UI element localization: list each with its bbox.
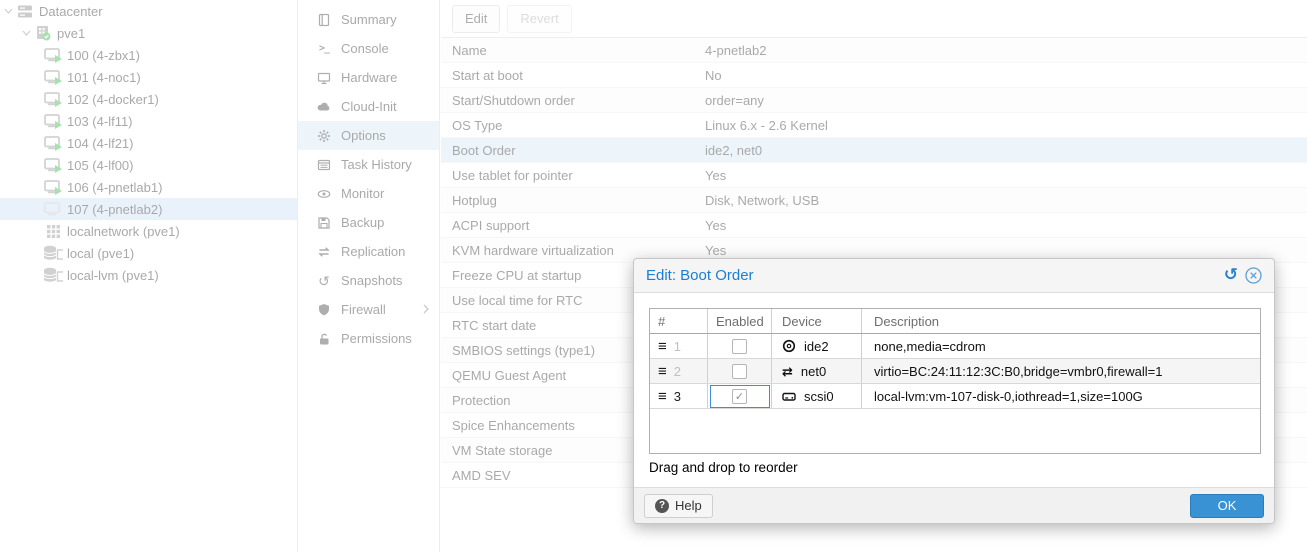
focused-checkbox-cell: ✓ <box>710 385 770 408</box>
enabled-checkbox[interactable] <box>732 339 747 354</box>
edit-boot-order-dialog: Edit: Boot Order ↺ # Enabled Device Desc… <box>633 258 1275 524</box>
enabled-checkbox[interactable] <box>732 364 747 379</box>
device-description: virtio=BC:24:11:12:3C:B0,bridge=vmbr0,fi… <box>862 359 1260 383</box>
dialog-footer: ? Help OK <box>634 487 1274 523</box>
ok-button[interactable]: OK <box>1190 494 1264 518</box>
device-name: scsi0 <box>804 389 834 404</box>
question-icon: ? <box>655 499 669 513</box>
boot-order-number: 1 <box>674 339 681 354</box>
drag-drop-hint: Drag and drop to reorder <box>649 460 798 475</box>
drag-handle-icon[interactable]: ≡ <box>658 364 667 379</box>
boot-row-scsi0[interactable]: ≡ 3 ✓ scsi0 local-lvm:vm-107-disk-0,ioth… <box>650 384 1260 409</box>
drag-handle-icon[interactable]: ≡ <box>658 339 667 354</box>
drag-handle-icon[interactable]: ≡ <box>658 389 667 404</box>
column-header-enabled[interactable]: Enabled <box>708 309 772 333</box>
close-icon[interactable] <box>1245 267 1262 284</box>
cdrom-icon <box>782 339 796 353</box>
help-button[interactable]: ? Help <box>644 494 713 518</box>
dialog-header: Edit: Boot Order ↺ <box>634 259 1274 293</box>
column-header-device[interactable]: Device <box>772 309 862 333</box>
device-name: ide2 <box>804 339 829 354</box>
network-device-icon: ⇄ <box>782 365 793 378</box>
device-description: local-lvm:vm-107-disk-0,iothread=1,size=… <box>862 384 1260 408</box>
enabled-checkbox[interactable]: ✓ <box>732 389 747 404</box>
boot-order-number: 2 <box>674 364 681 379</box>
boot-row-ide2[interactable]: ≡ 1 ide2 none,media=cdrom <box>650 334 1260 359</box>
boot-row-net0[interactable]: ≡ 2 ⇄ net0 virtio=BC:24:11:12:3C:B0,brid… <box>650 359 1260 384</box>
proxmox-app: Datacenter pve1 100 (4-zbx1) 101 (4-noc1… <box>0 0 1307 552</box>
help-button-label: Help <box>675 498 702 513</box>
column-header-order[interactable]: # <box>650 309 708 333</box>
boot-table-header: # Enabled Device Description <box>650 309 1260 334</box>
reset-icon[interactable]: ↺ <box>1224 266 1238 283</box>
device-name: net0 <box>801 364 826 379</box>
boot-order-table: # Enabled Device Description ≡ 1 ide2 no… <box>649 308 1261 454</box>
boot-order-number: 3 <box>674 389 681 404</box>
hard-disk-icon <box>782 390 796 403</box>
device-description: none,media=cdrom <box>862 334 1260 358</box>
column-header-description[interactable]: Description <box>862 309 1260 333</box>
dialog-title: Edit: Boot Order <box>646 267 754 284</box>
